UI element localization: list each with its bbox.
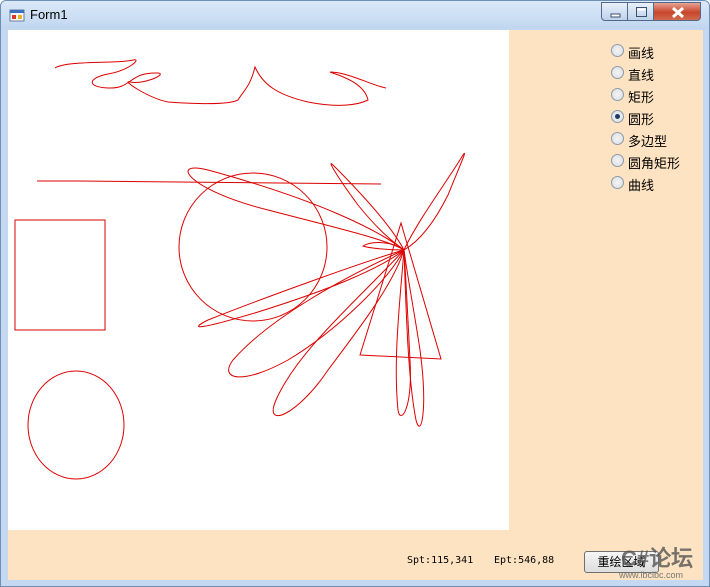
watermark-logo: C#论坛 www.ibcibc.com bbox=[619, 546, 694, 580]
radio-straight-line[interactable]: 直线 bbox=[611, 62, 701, 84]
window-controls bbox=[601, 2, 702, 21]
radio-curve[interactable]: 曲线 bbox=[611, 172, 701, 194]
petal-loop-6 bbox=[403, 249, 425, 427]
radio-rounded-rectangle[interactable]: 圆角矩形 bbox=[611, 150, 701, 172]
freehand-scribble bbox=[54, 59, 387, 106]
radio-button-icon bbox=[611, 176, 624, 189]
straight-line bbox=[37, 180, 382, 185]
petal-loop-3 bbox=[228, 249, 405, 378]
ellipse-shape bbox=[27, 370, 125, 480]
petal-loop-7 bbox=[403, 152, 465, 251]
radio-polygon[interactable]: 多边型 bbox=[611, 128, 701, 150]
drawing-canvas[interactable] bbox=[8, 30, 509, 530]
radio-button-checked-icon bbox=[611, 110, 624, 123]
radio-button-icon bbox=[611, 44, 624, 57]
petal-loop-8 bbox=[330, 163, 405, 251]
radio-draw-line[interactable]: 画线 bbox=[611, 40, 701, 62]
petal-loop-2 bbox=[198, 249, 405, 328]
radio-button-icon bbox=[611, 66, 624, 79]
form-client-area: 画线 直线 矩形 圆形 多边型 圆角矩形 曲线 Spt:115,341 Ept:… bbox=[8, 30, 703, 580]
winforms-app-icon bbox=[9, 9, 25, 22]
radio-rectangle[interactable]: 矩形 bbox=[611, 84, 701, 106]
minimize-icon bbox=[610, 13, 621, 18]
petal-loop-9 bbox=[361, 242, 405, 251]
circle-shape bbox=[178, 172, 328, 322]
petal-loop-5 bbox=[395, 249, 411, 416]
radio-button-icon bbox=[611, 154, 624, 167]
minimize-button[interactable] bbox=[601, 2, 628, 21]
radio-button-icon bbox=[611, 132, 624, 145]
title-bar[interactable]: Form1 bbox=[1, 1, 709, 29]
shape-radio-group: 画线 直线 矩形 圆形 多边型 圆角矩形 曲线 bbox=[611, 40, 701, 194]
window-title: Form1 bbox=[30, 7, 68, 22]
start-point-label: Spt:115,341 bbox=[407, 555, 474, 566]
rectangle-shape bbox=[14, 219, 106, 331]
maximize-button[interactable] bbox=[627, 2, 654, 21]
radio-circle[interactable]: 圆形 bbox=[611, 106, 701, 128]
end-point-label: Ept:546,88 bbox=[494, 555, 555, 566]
close-icon bbox=[671, 6, 685, 19]
maximize-icon bbox=[636, 7, 647, 17]
close-button[interactable] bbox=[653, 2, 701, 21]
radio-button-icon bbox=[611, 88, 624, 101]
form1-window: Form1 画线 直线 矩形 圆形 多边型 圆角矩形 曲线 Spt:115,34… bbox=[0, 0, 710, 587]
drawn-shapes bbox=[14, 59, 465, 480]
